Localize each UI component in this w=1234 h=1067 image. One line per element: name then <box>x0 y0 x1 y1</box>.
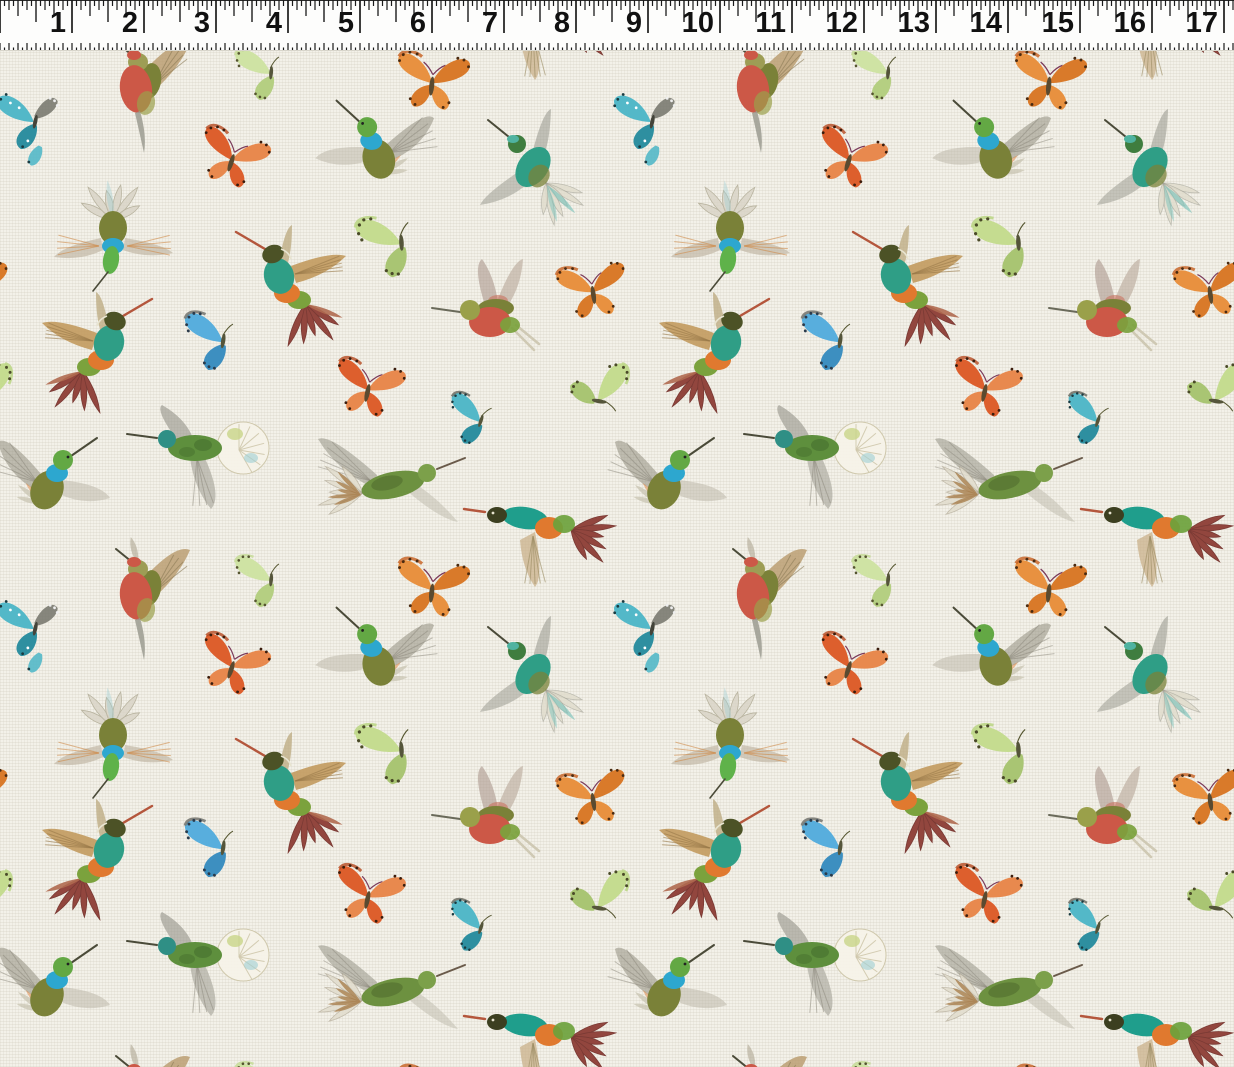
ruler-number: 14 <box>970 7 1002 39</box>
ruler-number: 6 <box>410 7 426 39</box>
hummingbird-butterfly-pattern <box>0 50 1234 1067</box>
ruler-number: 2 <box>122 7 138 39</box>
ruler-number: 15 <box>1042 7 1074 39</box>
inch-ruler: 1234567891011121314151617 <box>0 0 1234 51</box>
ruler-number: 11 <box>755 7 786 39</box>
ruler-number: 8 <box>554 7 570 39</box>
ruler-scale: 1234567891011121314151617 <box>0 0 1234 50</box>
fabric-swatch-photo: 1234567891011121314151617 <box>0 0 1234 1067</box>
ruler-number: 17 <box>1186 7 1218 39</box>
ruler-number: 16 <box>1114 7 1146 39</box>
ruler-number: 3 <box>194 7 210 39</box>
ruler-number: 12 <box>826 7 858 39</box>
ruler-number: 4 <box>266 7 282 39</box>
ruler-number: 5 <box>338 7 354 39</box>
ruler-number: 9 <box>626 7 642 39</box>
fabric-background <box>0 50 1234 1067</box>
ruler-number: 1 <box>50 7 66 39</box>
ruler-number: 13 <box>898 7 930 39</box>
ruler-number: 7 <box>482 7 498 39</box>
ruler-number: 10 <box>682 7 714 39</box>
